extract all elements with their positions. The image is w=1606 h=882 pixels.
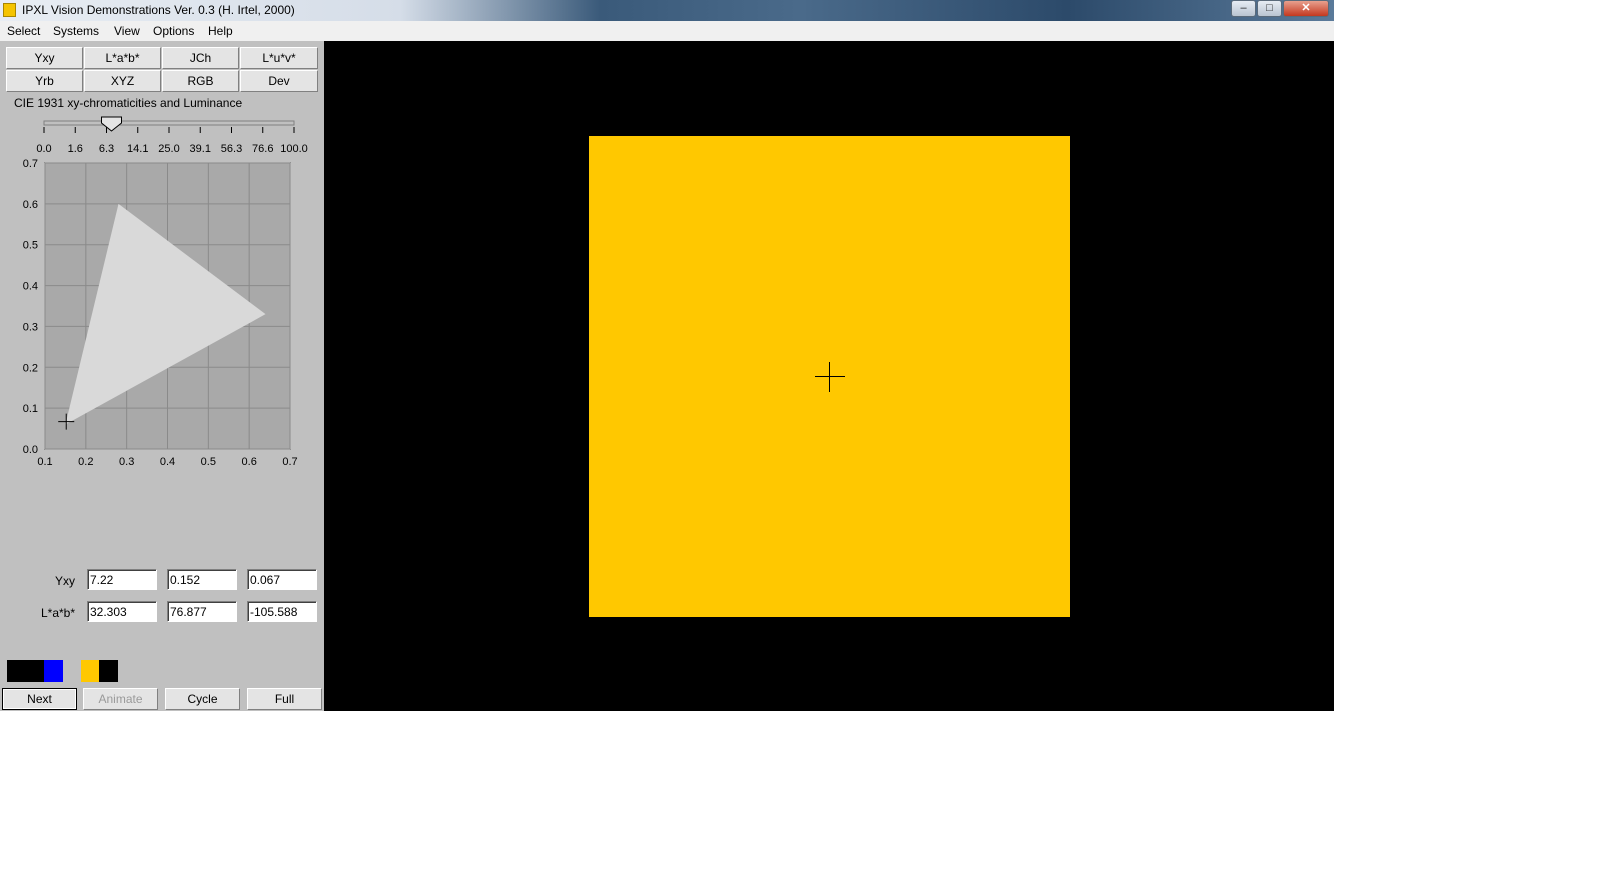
next-button[interactable]: Next xyxy=(2,688,77,710)
slider-track[interactable] xyxy=(43,120,295,126)
system-yxy-button[interactable]: Yxy xyxy=(6,47,83,69)
lab-label: L*a*b* xyxy=(40,606,75,620)
fixation-cross-vertical xyxy=(829,362,830,392)
x-tick-label: 0.2 xyxy=(78,456,93,468)
system-yrb-button[interactable]: Yrb xyxy=(6,70,83,92)
menu-systems[interactable]: Systems xyxy=(53,24,99,38)
y-tick-label: 0.5 xyxy=(23,240,38,252)
system-jch-button[interactable]: JCh xyxy=(162,47,239,69)
window-title: IPXL Vision Demonstrations Ver. 0.3 (H. … xyxy=(22,3,295,17)
stimulus-display[interactable] xyxy=(324,41,1334,711)
y-tick-label: 0.0 xyxy=(23,444,38,456)
menu-help[interactable]: Help xyxy=(208,24,233,38)
control-panel: Yxy L*a*b* JCh L*u*v* Yrb XYZ RGB Dev CI… xyxy=(0,41,324,711)
app-window: IPXL Vision Demonstrations Ver. 0.3 (H. … xyxy=(0,0,1334,711)
system-dev-button[interactable]: Dev xyxy=(240,70,318,92)
system-xyz-button[interactable]: XYZ xyxy=(84,70,161,92)
y-tick-label: 0.1 xyxy=(23,403,38,415)
maximize-button[interactable]: □ xyxy=(1257,0,1282,17)
yxy-label: Yxy xyxy=(54,574,75,588)
app-icon xyxy=(3,3,16,17)
x-tick-label: 0.4 xyxy=(160,456,175,468)
x-tick-label: 0.5 xyxy=(201,456,216,468)
yxy-y2-field[interactable] xyxy=(247,569,317,590)
x-tick-label: 0.6 xyxy=(242,456,257,468)
luminance-slider[interactable]: 0.0 1.6 6.3 14.1 25.0 39.1 56.3 76.6 100.0 xyxy=(20,113,320,155)
full-button[interactable]: Full xyxy=(247,688,322,710)
lab-l-field[interactable] xyxy=(87,601,157,622)
menu-bar: Select Systems View Options Help xyxy=(0,21,1334,41)
system-lab-button[interactable]: L*a*b* xyxy=(84,47,161,69)
system-rgb-button[interactable]: RGB xyxy=(162,70,239,92)
swatch-yellow[interactable] xyxy=(81,660,99,682)
y-tick-label: 0.4 xyxy=(23,281,38,293)
title-bar[interactable]: IPXL Vision Demonstrations Ver. 0.3 (H. … xyxy=(0,0,1334,21)
y-tick-label: 0.2 xyxy=(23,362,38,374)
cycle-button[interactable]: Cycle xyxy=(165,688,240,710)
system-luv-button[interactable]: L*u*v* xyxy=(240,47,318,69)
y-tick-label: 0.3 xyxy=(23,321,38,333)
x-tick-label: 0.3 xyxy=(119,456,134,468)
minimize-button[interactable]: – xyxy=(1231,0,1256,17)
lab-a-field[interactable] xyxy=(167,601,237,622)
swatch-blue[interactable] xyxy=(44,660,63,682)
swatch-gray[interactable] xyxy=(63,660,81,682)
yxy-y-field[interactable] xyxy=(87,569,157,590)
chromaticity-diagram: 0.1 0.2 0.3 0.4 0.5 0.6 0.70.00.10.20.30.40.50… xyxy=(23,158,298,468)
menu-select[interactable]: Select xyxy=(7,24,40,38)
swatch-black[interactable] xyxy=(99,660,118,682)
x-tick-label: 0.7 xyxy=(282,456,297,468)
diagram-subtitle: CIE 1931 xy-chromaticities and Luminance xyxy=(14,96,243,110)
close-button[interactable]: ✕ xyxy=(1283,0,1329,17)
x-tick-label: 0.1 xyxy=(37,456,52,468)
menu-view[interactable]: View xyxy=(114,24,140,38)
swatch-background[interactable] xyxy=(7,660,44,682)
color-stimulus xyxy=(589,136,1070,617)
lab-b-field[interactable] xyxy=(247,601,317,622)
animate-button[interactable]: Animate xyxy=(83,688,158,710)
yxy-x-field[interactable] xyxy=(167,569,237,590)
fixation-cross xyxy=(815,376,845,377)
slider-thumb[interactable] xyxy=(101,116,122,132)
y-tick-label: 0.6 xyxy=(23,199,38,211)
menu-options[interactable]: Options xyxy=(153,24,194,38)
y-tick-label: 0.7 xyxy=(23,158,38,170)
